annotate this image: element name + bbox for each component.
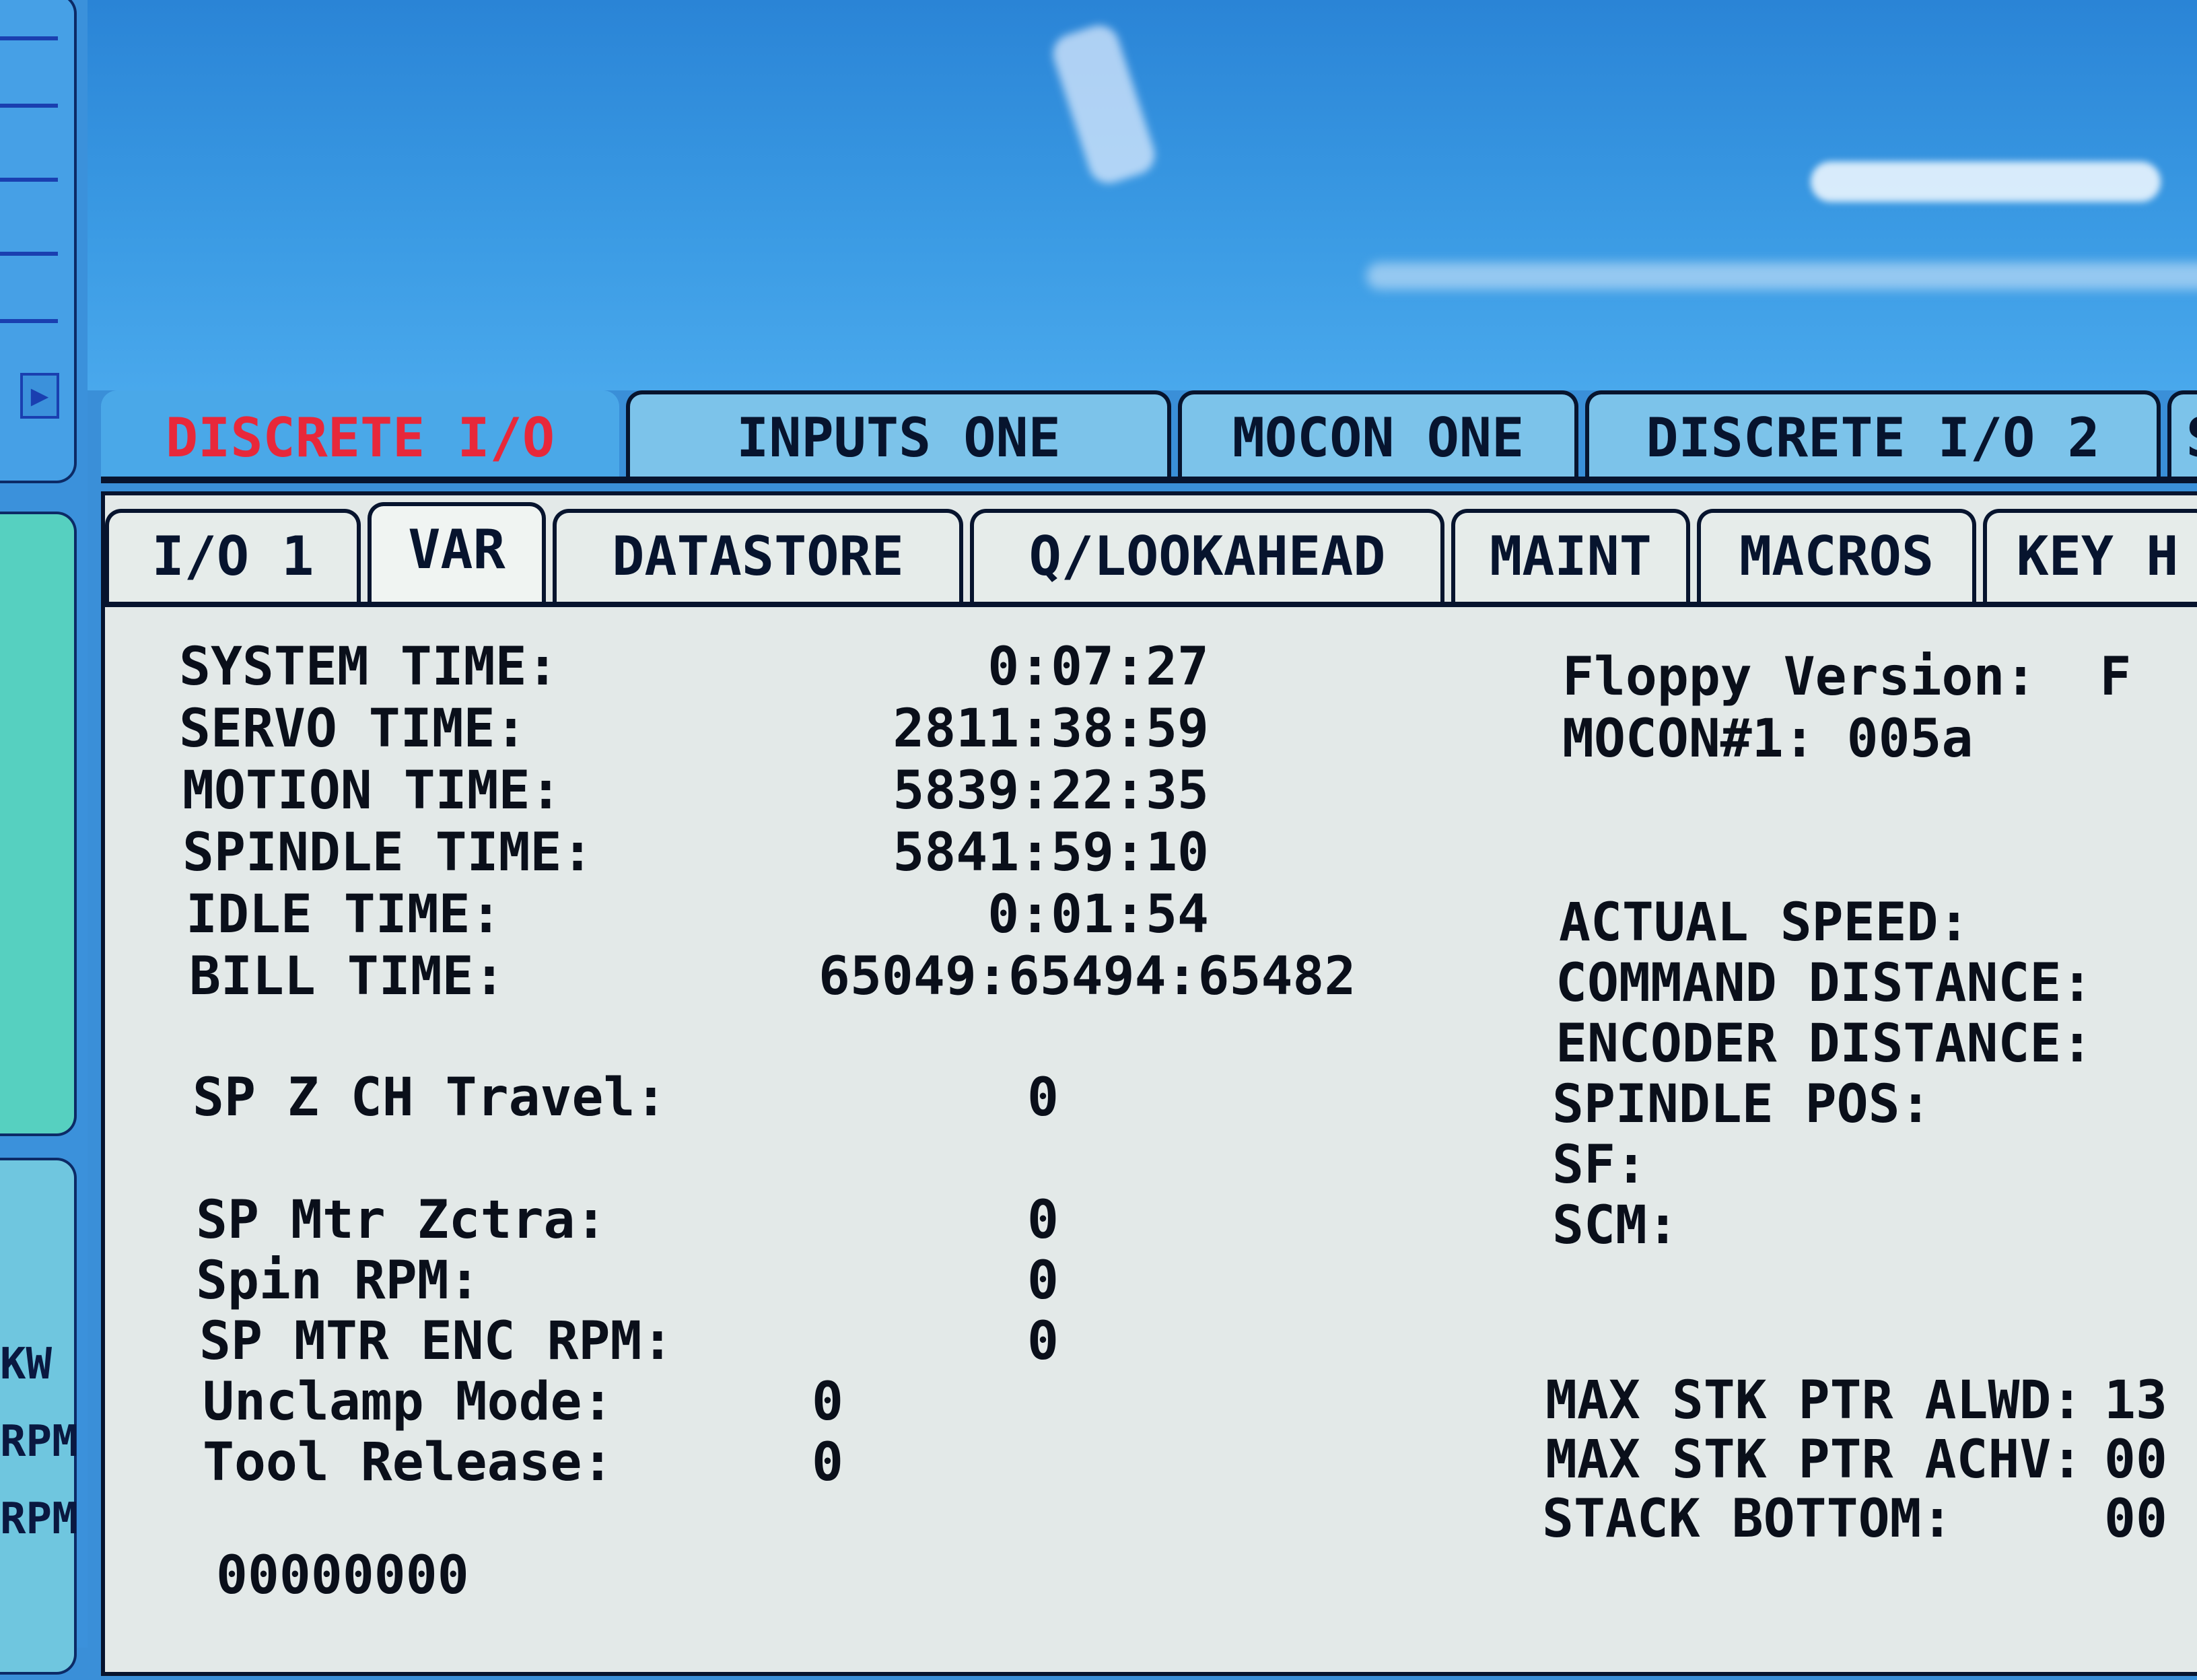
sp-mtr-enc-rpm-value: 0	[1027, 1311, 1059, 1372]
max-stk-ptr-alwd-value: 13	[2104, 1370, 2167, 1431]
tab-discrete-io-2[interactable]: DISCRETE I/O 2	[1585, 390, 2161, 478]
tab-var[interactable]: VAR	[368, 502, 546, 603]
rail-panel-bottom	[0, 1158, 77, 1675]
spindle-time-label: SPINDLE TIME:	[182, 823, 594, 883]
command-distance-label: COMMAND DISTANCE:	[1556, 953, 2093, 1014]
sf-label: SF:	[1552, 1135, 1647, 1195]
spindle-time-value: 5841:59:10	[893, 823, 1209, 883]
max-stk-ptr-achv-label: MAX STK PTR ACHV:	[1545, 1430, 2083, 1490]
spin-rpm-label: Spin RPM:	[196, 1251, 481, 1311]
stack-bottom-value: 00	[2104, 1489, 2167, 1549]
encoder-distance-label: ENCODER DISTANCE:	[1556, 1014, 2093, 1074]
tab-key-h[interactable]: KEY H	[1983, 509, 2197, 603]
primary-tab-row: DISCRETE I/O INPUTS ONE MOCON ONE DISCRE…	[101, 390, 2197, 491]
idle-time-value: 0:01:54	[987, 884, 1209, 945]
primary-tab-baseline	[101, 477, 2197, 483]
sp-z-ch-travel-label: SP Z CH Travel:	[193, 1068, 667, 1128]
bill-time-label: BILL TIME:	[189, 946, 505, 1007]
glare-reflection-1	[1047, 20, 1160, 188]
rail-panel-green	[0, 512, 77, 1136]
tool-release-value: 0	[812, 1432, 843, 1493]
glare-reflection-2	[1811, 162, 2161, 202]
left-rail: ▶ KW RPM RPM	[0, 0, 88, 1675]
tab-ser[interactable]: SER	[2167, 390, 2197, 478]
var-content: SYSTEM TIME: 0:07:27 SERVO TIME: 2811:38…	[105, 610, 2197, 1680]
bill-time-value: 65049:65494:65482	[818, 946, 1356, 1007]
stack-bottom-label: STACK BOTTOM:	[1542, 1489, 1953, 1549]
tab-inputs-one[interactable]: INPUTS ONE	[626, 390, 1171, 478]
spin-rpm-value: 0	[1027, 1251, 1059, 1311]
motion-time-label: MOTION TIME:	[182, 761, 562, 821]
motion-time-value: 5839:22:35	[893, 761, 1209, 821]
max-stk-ptr-alwd-label: MAX STK PTR ALWD:	[1545, 1370, 2083, 1431]
system-time-label: SYSTEM TIME:	[179, 637, 559, 697]
system-time-value: 0:07:27	[987, 637, 1209, 697]
spindle-pos-label: SPINDLE POS:	[1552, 1074, 1932, 1135]
glare-reflection-3	[1366, 262, 2197, 289]
tool-release-label: Tool Release:	[203, 1432, 614, 1493]
sp-mtr-zctra-label: SP Mtr Zctra:	[196, 1190, 607, 1251]
secondary-tab-row: I/O 1 VAR DATASTORE Q/LOOKAHEAD MAINT MA…	[105, 502, 2197, 610]
idle-time-label: IDLE TIME:	[186, 884, 502, 945]
footer-code: 00000000	[216, 1545, 469, 1606]
rail-label-rpm-1: RPM	[0, 1417, 78, 1467]
max-stk-ptr-achv-value: 00	[2104, 1430, 2167, 1490]
tab-discrete-io[interactable]: DISCRETE I/O	[101, 390, 619, 478]
unclamp-mode-label: Unclamp Mode:	[203, 1372, 614, 1432]
tab-maint[interactable]: MAINT	[1451, 509, 1690, 603]
tab-io-1[interactable]: I/O 1	[105, 509, 361, 603]
actual-speed-label: ACTUAL SPEED:	[1559, 893, 1970, 953]
tab-q-lookahead[interactable]: Q/LOOKAHEAD	[970, 509, 1444, 603]
servo-time-value: 2811:38:59	[893, 699, 1209, 759]
tab-datastore[interactable]: DATASTORE	[553, 509, 963, 603]
rail-label-rpm-2: RPM	[0, 1494, 78, 1544]
mocon-version: MOCON#1: 005a	[1562, 709, 1974, 769]
tab-macros[interactable]: MACROS	[1697, 509, 1976, 603]
servo-time-label: SERVO TIME:	[179, 699, 527, 759]
sp-mtr-zctra-value: 0	[1027, 1190, 1059, 1251]
floppy-version: Floppy Version: F	[1562, 647, 2132, 707]
secondary-tab-baseline	[105, 602, 2197, 607]
unclamp-mode-value: 0	[812, 1372, 843, 1432]
scm-label: SCM:	[1552, 1195, 1679, 1256]
rail-label-kw: KW	[0, 1339, 53, 1389]
screen-glare-area	[88, 0, 2197, 390]
sp-mtr-enc-rpm-label: SP MTR ENC RPM:	[199, 1311, 674, 1372]
var-panel: I/O 1 VAR DATASTORE Q/LOOKAHEAD MAINT MA…	[101, 491, 2197, 1676]
rail-panel-top: ▶	[0, 0, 77, 483]
diagnostics-window: DISCRETE I/O INPUTS ONE MOCON ONE DISCRE…	[101, 390, 2197, 1676]
sp-z-ch-travel-value: 0	[1027, 1068, 1059, 1128]
play-arrow-icon[interactable]: ▶	[20, 373, 59, 419]
tab-mocon-one[interactable]: MOCON ONE	[1178, 390, 1578, 478]
